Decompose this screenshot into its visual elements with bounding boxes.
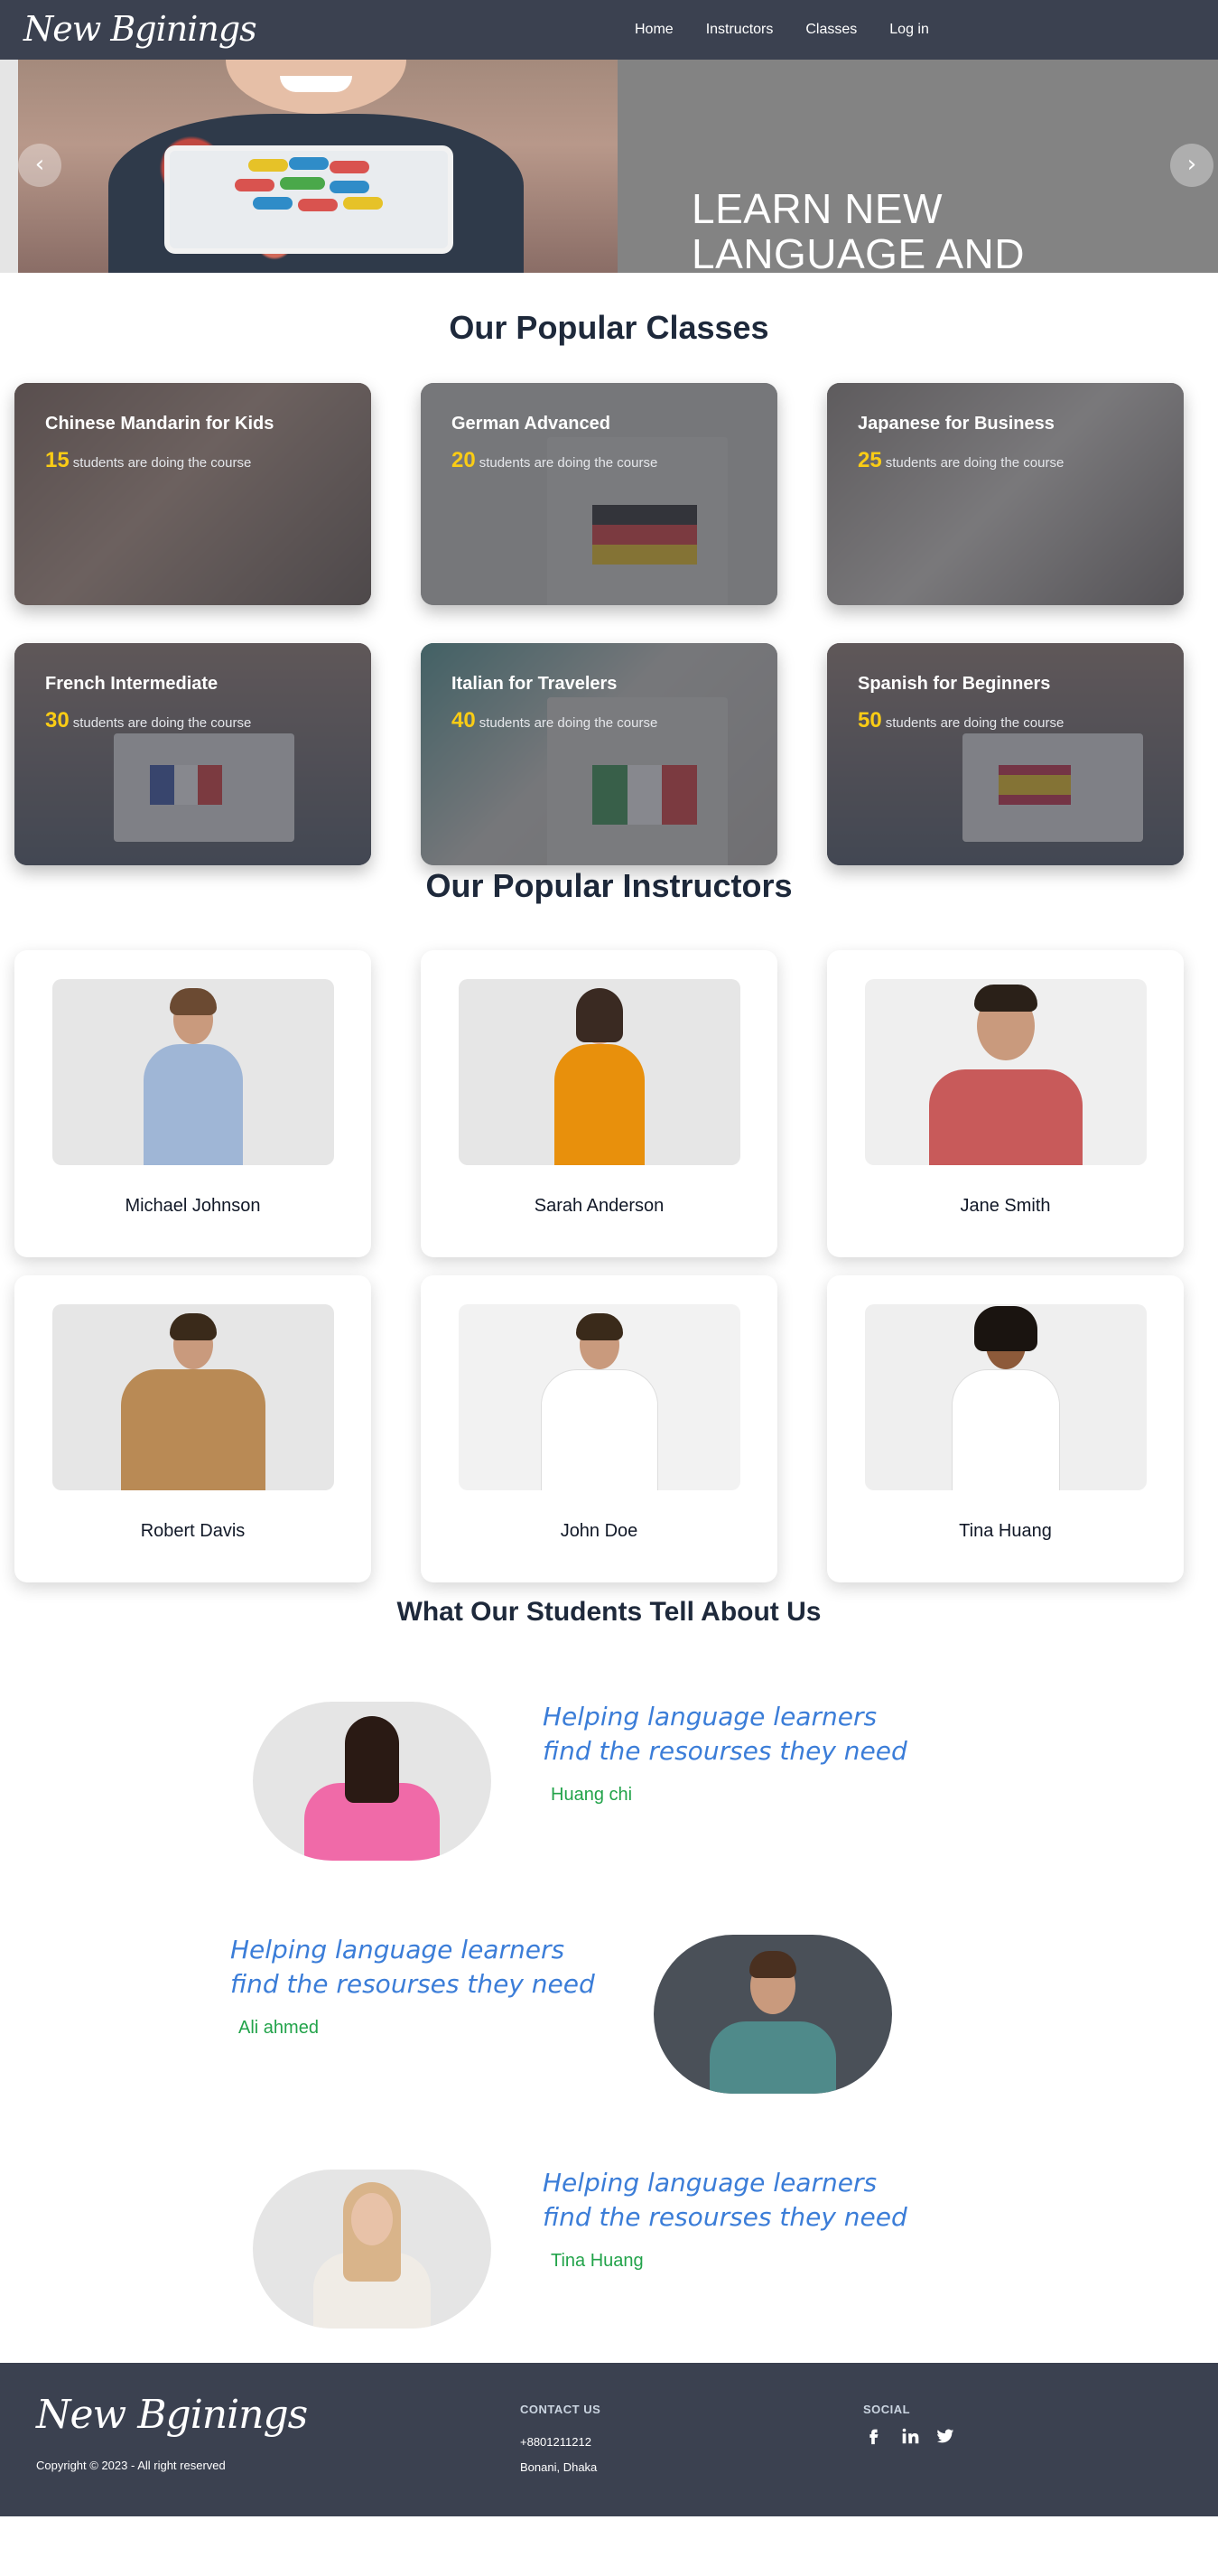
- class-student-count: 15 students are doing the course: [45, 448, 251, 473]
- class-card[interactable]: German Advanced 20 students are doing the…: [421, 383, 777, 605]
- testimonial-quote-line-1: Helping language learners: [230, 1935, 565, 1965]
- instructor-photo: [52, 979, 334, 1165]
- footer-address: Bonani, Dhaka: [520, 2460, 598, 2474]
- instructor-card[interactable]: Tina Huang: [827, 1275, 1184, 1582]
- testimonial-name: Ali ahmed: [238, 2018, 319, 2038]
- facebook-icon[interactable]: [863, 2426, 883, 2446]
- student-count-number: 50: [858, 708, 882, 733]
- classes-grid: Chinese Mandarin for Kids 15 students are…: [0, 354, 1218, 865]
- instructor-name: Sarah Anderson: [534, 1196, 665, 1216]
- instructor-card[interactable]: Robert Davis: [14, 1275, 371, 1582]
- nav-link-classes[interactable]: Classes: [805, 22, 857, 38]
- testimonial-quote: Helping language learners find the resou…: [543, 1700, 922, 1769]
- class-name: German Advanced: [451, 414, 610, 434]
- testimonial-quote-line-2: find the resourses they need: [230, 1969, 595, 1999]
- testimonial-quote-line-2: find the resourses they need: [543, 2202, 907, 2232]
- student-count-number: 15: [45, 448, 70, 472]
- footer-phone[interactable]: +8801211212: [520, 2435, 591, 2449]
- class-name: Chinese Mandarin for Kids: [45, 414, 274, 434]
- class-student-count: 25 students are doing the course: [858, 448, 1064, 473]
- testimonial-quote-line-1: Helping language learners: [543, 1702, 878, 1731]
- class-name: Spanish for Beginners: [858, 674, 1051, 694]
- testimonial-photo: [253, 1702, 491, 1861]
- hero-title-line-1: LEARN NEW: [692, 185, 943, 232]
- instructor-photo: [459, 1304, 740, 1490]
- student-count-label: students are doing the course: [885, 455, 1065, 471]
- classes-section-title: Our Popular Classes: [449, 309, 769, 346]
- class-name: Italian for Travelers: [451, 674, 618, 694]
- instructor-card[interactable]: Jane Smith: [827, 950, 1184, 1257]
- testimonial-photo: [654, 1935, 892, 2094]
- class-name: Japanese for Business: [858, 414, 1055, 434]
- instructor-name: Jane Smith: [960, 1196, 1051, 1216]
- instructor-name: John Doe: [560, 1521, 638, 1541]
- instructor-card[interactable]: John Doe: [421, 1275, 777, 1582]
- instructor-card[interactable]: Sarah Anderson: [421, 950, 777, 1257]
- class-student-count: 20 students are doing the course: [451, 448, 657, 473]
- student-count-label: students are doing the course: [479, 455, 658, 471]
- instructor-photo: [865, 1304, 1147, 1490]
- twitter-icon[interactable]: [935, 2426, 955, 2446]
- testimonial-name: Huang chi: [551, 1785, 633, 1805]
- nav-links: Home Instructors Classes Log in: [635, 0, 962, 60]
- testimonial-name: Tina Huang: [551, 2251, 644, 2271]
- footer-social-heading: SOCIAL: [863, 2403, 911, 2416]
- instructor-name: Michael Johnson: [125, 1196, 261, 1216]
- footer-copyright: Copyright © 2023 - All right reserved: [36, 2459, 226, 2472]
- class-card[interactable]: French Intermediate 30 students are doing…: [14, 643, 371, 865]
- carousel-prev-button[interactable]: ‹: [18, 144, 61, 187]
- social-links: [863, 2426, 955, 2446]
- testimonial-photo: [253, 2170, 491, 2329]
- linkedin-icon[interactable]: [899, 2426, 919, 2446]
- student-count-number: 20: [451, 448, 476, 472]
- student-count-label: students are doing the course: [72, 715, 252, 731]
- instructor-photo: [52, 1304, 334, 1490]
- student-count-label: students are doing the course: [479, 715, 658, 731]
- nav-link-instructors[interactable]: Instructors: [706, 22, 774, 38]
- footer-logo[interactable]: New Bginings: [36, 2392, 308, 2438]
- student-count-number: 30: [45, 708, 70, 733]
- nav-link-login[interactable]: Log in: [889, 22, 929, 38]
- student-count-label: students are doing the course: [885, 715, 1065, 731]
- hero-edge: [0, 60, 18, 273]
- class-card[interactable]: Spanish for Beginners 50 students are doi…: [827, 643, 1184, 865]
- testimonial-quote-line-1: Helping language learners: [543, 2168, 878, 2198]
- instructor-card[interactable]: Michael Johnson: [14, 950, 371, 1257]
- footer-contact-heading: CONTACT US: [520, 2403, 601, 2416]
- instructors-grid: Michael Johnson Sarah Anderson Jane Smit…: [0, 932, 1218, 1597]
- class-card[interactable]: Japanese for Business 25 students are doi…: [827, 383, 1184, 605]
- class-student-count: 30 students are doing the course: [45, 708, 251, 733]
- student-count-label: students are doing the course: [72, 455, 252, 471]
- testimonial-quote: Helping language learners find the resou…: [230, 1933, 609, 2002]
- testimonial-quote-line-2: find the resourses they need: [543, 1736, 907, 1766]
- instructor-photo: [459, 979, 740, 1165]
- instructor-name: Tina Huang: [959, 1521, 1052, 1541]
- site-logo[interactable]: New Bginings: [23, 9, 257, 49]
- carousel-next-button[interactable]: ›: [1170, 144, 1213, 187]
- hero-image: [18, 60, 618, 273]
- hero-title: LEARN NEW LANGUAGE AND: [692, 186, 1025, 273]
- testimonials-list: Helping language learners find the resou…: [0, 1667, 1218, 2363]
- testimonial-quote: Helping language learners find the resou…: [543, 2166, 922, 2235]
- class-name: French Intermediate: [45, 674, 218, 694]
- hero-carousel: LEARN NEW LANGUAGE AND ‹ ›: [0, 60, 1218, 273]
- hero-title-line-2: LANGUAGE AND: [692, 230, 1025, 273]
- student-count-number: 40: [451, 708, 476, 733]
- class-card[interactable]: Italian for Travelers 40 students are doi…: [421, 643, 777, 865]
- instructor-photo: [865, 979, 1147, 1165]
- instructor-name: Robert Davis: [140, 1521, 246, 1541]
- class-student-count: 50 students are doing the course: [858, 708, 1064, 733]
- testimonials-section-title: What Our Students Tell About Us: [396, 1597, 822, 1627]
- nav-link-home[interactable]: Home: [635, 22, 674, 38]
- student-count-number: 25: [858, 448, 882, 472]
- class-student-count: 40 students are doing the course: [451, 708, 657, 733]
- navbar: New Bginings Home Instructors Classes Lo…: [0, 0, 1218, 60]
- instructors-section-title: Our Popular Instructors: [425, 867, 793, 904]
- class-card[interactable]: Chinese Mandarin for Kids 15 students are…: [14, 383, 371, 605]
- footer: New Bginings Copyright © 2023 - All righ…: [0, 2363, 1218, 2516]
